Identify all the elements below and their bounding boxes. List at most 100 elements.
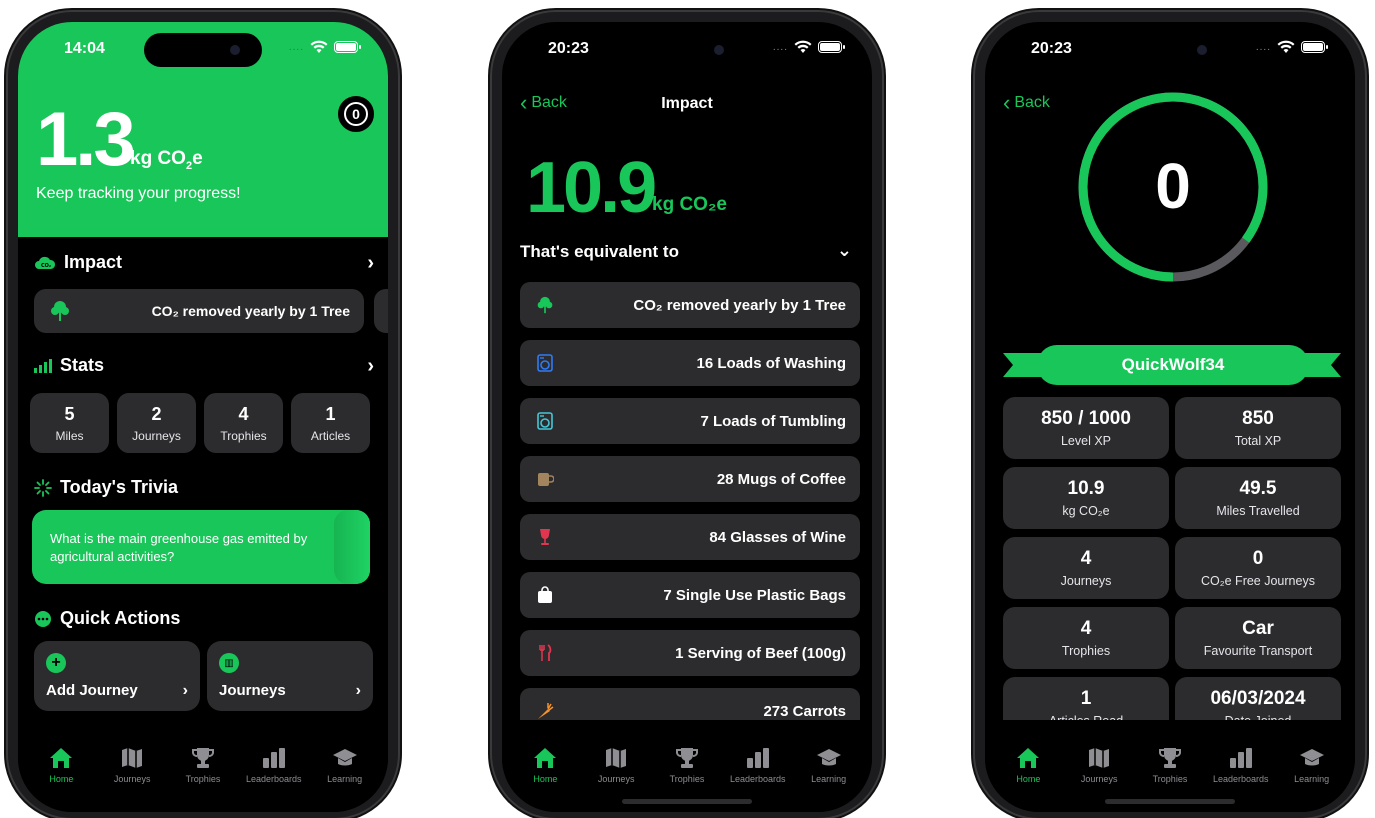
- hero-wave: [18, 202, 388, 235]
- list-item[interactable]: CO₂ removed yearly by 1 Tree: [520, 282, 860, 328]
- tumble-dryer-icon: [537, 412, 553, 430]
- leaderboard-icon: [746, 748, 769, 768]
- level-badge[interactable]: 0: [338, 96, 374, 132]
- status-time: 14:04: [64, 40, 105, 57]
- list-item[interactable]: 84 Glasses of Wine: [520, 514, 860, 560]
- stat-trophies[interactable]: 4 Trophies: [204, 393, 283, 453]
- tab-learning[interactable]: Learning: [796, 746, 862, 812]
- list-item[interactable]: 7 Single Use Plastic Bags: [520, 572, 860, 618]
- tree-icon: [51, 301, 69, 321]
- impact-card[interactable]: CO₂ removed yearly by 1 Tree: [34, 289, 364, 333]
- carrot-icon: [538, 703, 554, 719]
- chevron-right-icon: ›: [355, 682, 361, 699]
- cloud-co2-icon: CO₂: [35, 256, 56, 269]
- list-item[interactable]: 1 Serving of Beef (100g): [520, 630, 860, 676]
- trivia-question: What is the main greenhouse gas emitted …: [50, 531, 308, 565]
- sparkle-icon: [34, 478, 52, 497]
- hero-subtitle: Keep tracking your progress!: [36, 185, 241, 202]
- tree-icon: [537, 296, 553, 314]
- status-time: 20:23: [548, 40, 589, 57]
- wine-glass-icon: [540, 529, 550, 545]
- hero-value: 1.3: [36, 97, 136, 182]
- stat-miles[interactable]: 5 Miles: [30, 393, 109, 453]
- home-indicator: [622, 799, 752, 804]
- chart-bars-icon: [34, 358, 52, 373]
- stat-total-xp: 850 Total XP: [1175, 397, 1341, 459]
- coffee-mug-icon: [538, 473, 554, 486]
- back-button[interactable]: ‹ Back: [1003, 90, 1050, 115]
- stat-favourite-transport: Car Favourite Transport: [1175, 607, 1341, 669]
- journeys-button[interactable]: ▥ Journeys ›: [207, 641, 373, 711]
- trophy-icon: [1158, 748, 1181, 768]
- chevron-down-icon[interactable]: ⌄: [837, 240, 852, 261]
- map-icon: ▥: [219, 653, 239, 673]
- house-icon: [1017, 748, 1040, 768]
- stats-chevron-icon[interactable]: ›: [367, 355, 374, 378]
- list-item[interactable]: 16 Loads of Washing: [520, 340, 860, 386]
- signal-icon: ....: [772, 41, 788, 53]
- stat-articles[interactable]: 1 Articles: [291, 393, 370, 453]
- impact-unit: kg CO₂e: [652, 194, 727, 215]
- home-indicator: [1105, 799, 1235, 804]
- dynamic-island: [1111, 33, 1229, 67]
- tab-journeys[interactable]: Journeys: [99, 746, 165, 812]
- tab-home[interactable]: Home: [28, 746, 94, 812]
- bag-icon: [538, 586, 552, 603]
- map-icon: [1089, 748, 1110, 768]
- phone-home: 1.3 kg CO2e Keep tracking your progress!…: [8, 12, 398, 818]
- username-banner: QuickWolf34: [1003, 345, 1341, 385]
- impact-card-next[interactable]: [374, 289, 388, 333]
- leaderboard-icon: [1229, 748, 1252, 768]
- profile-stats-grid: 850 / 1000 Level XP 850 Total XP 10.9 kg CO…: [1003, 397, 1341, 739]
- hero-unit: kg CO2e: [130, 148, 203, 172]
- leaderboard-icon: [262, 748, 285, 768]
- tab-learning[interactable]: Learning: [312, 746, 378, 812]
- wifi-icon: [794, 40, 812, 53]
- graduation-cap-icon: [1299, 749, 1324, 766]
- stat-co2-free-journeys: 0 CO₂e Free Journeys: [1175, 537, 1341, 599]
- svg-text:CO₂: CO₂: [41, 263, 51, 269]
- impact-screen: 20:23 .... ‹ Back Impact 10.9 kg CO₂e Tha…: [502, 22, 872, 812]
- phone-impact: 20:23 .... ‹ Back Impact 10.9 kg CO₂e Tha…: [492, 12, 882, 818]
- ellipsis-circle-icon: [35, 610, 51, 627]
- stat-trophies: 4 Trophies: [1003, 607, 1169, 669]
- tab-learning[interactable]: Learning: [1279, 746, 1345, 812]
- chevron-right-icon: ›: [182, 682, 188, 699]
- stat-level-xp: 850 / 1000 Level XP: [1003, 397, 1169, 459]
- equivalents-list: CO₂ removed yearly by 1 Tree 16 Loads of…: [520, 282, 860, 734]
- page-title: Impact: [661, 95, 713, 112]
- tab-home[interactable]: Home: [995, 746, 1061, 812]
- tab-bar: Home Journeys Trophies Leaderboards Lear…: [18, 720, 388, 812]
- username: QuickWolf34: [1037, 345, 1309, 385]
- impact-chevron-icon[interactable]: ›: [367, 252, 374, 275]
- tab-home[interactable]: Home: [512, 746, 578, 812]
- plus-icon: +: [46, 653, 66, 673]
- stats-section-title[interactable]: Stats: [34, 355, 104, 376]
- impact-section-title[interactable]: CO₂ Impact: [34, 252, 122, 273]
- stat-miles-travelled: 49.5 Miles Travelled: [1175, 467, 1341, 529]
- washing-machine-icon: [537, 354, 553, 372]
- trivia-card-flip: [334, 510, 370, 584]
- stat-journeys: 4 Journeys: [1003, 537, 1169, 599]
- list-item[interactable]: 28 Mugs of Coffee: [520, 456, 860, 502]
- stat-journeys[interactable]: 2 Journeys: [117, 393, 196, 453]
- add-journey-button[interactable]: + Add Journey ›: [34, 641, 200, 711]
- home-screen: 1.3 kg CO2e Keep tracking your progress!…: [18, 22, 388, 812]
- quick-actions-title: Quick Actions: [34, 608, 180, 629]
- signal-icon: ....: [1255, 41, 1271, 53]
- chevron-left-icon: ‹: [1003, 90, 1011, 115]
- impact-value: 10.9: [526, 148, 657, 228]
- trivia-section-title: Today's Trivia: [34, 477, 178, 498]
- tab-leaderboards[interactable]: Leaderboards: [241, 746, 307, 812]
- tab-trophies[interactable]: Trophies: [170, 746, 236, 812]
- map-icon: [122, 748, 143, 768]
- dynamic-island: [144, 33, 262, 67]
- list-item[interactable]: 7 Loads of Tumbling: [520, 398, 860, 444]
- signal-icon: ....: [288, 41, 304, 53]
- trophy-icon: [191, 748, 214, 768]
- status-time: 20:23: [1031, 40, 1072, 57]
- house-icon: [50, 748, 73, 768]
- trivia-card[interactable]: What is the main greenhouse gas emitted …: [32, 510, 370, 584]
- stats-row: 5 Miles 2 Journeys 4 Trophies 1 Articles: [30, 393, 370, 453]
- level-number: 0: [1155, 150, 1191, 222]
